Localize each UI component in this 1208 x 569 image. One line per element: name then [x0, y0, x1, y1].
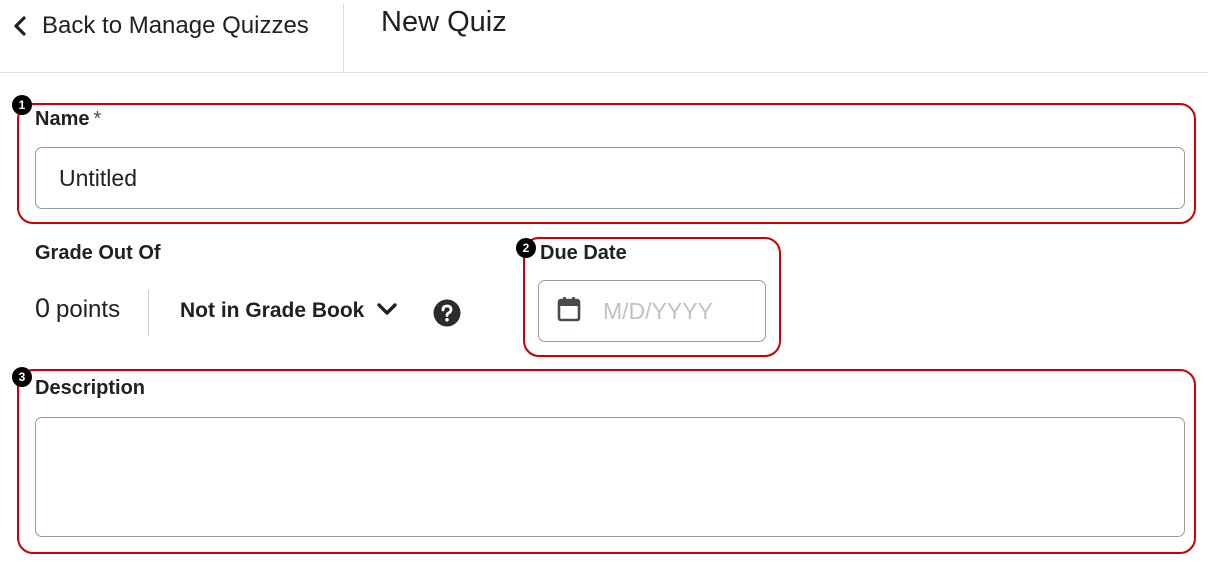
due-date-label: Due Date	[540, 242, 627, 264]
description-editor[interactable]	[35, 417, 1185, 537]
help-icon[interactable]	[433, 299, 461, 327]
chevron-down-icon	[376, 302, 398, 321]
name-label: Name *	[35, 108, 101, 131]
description-label: Description	[35, 377, 146, 399]
grade-points[interactable]: 0 points	[35, 293, 120, 324]
required-marker: *	[93, 108, 102, 130]
header-divider	[343, 4, 344, 72]
calendar-icon	[557, 296, 581, 327]
callout-badge-1: 1	[12, 95, 32, 115]
due-date-placeholder: M/D/YYYY	[603, 297, 713, 324]
grade-out-of-label: Grade Out Of	[35, 242, 161, 264]
quiz-name-input[interactable]	[35, 147, 1185, 209]
chevron-left-icon	[12, 15, 30, 37]
points-unit: points	[56, 296, 121, 323]
callout-badge-2: 2	[516, 238, 536, 258]
grade-book-label: Not in Grade Book	[180, 299, 365, 322]
grade-book-dropdown[interactable]: Not in Grade Book	[180, 299, 398, 323]
page-title: New Quiz	[381, 6, 507, 38]
points-value: 0	[35, 293, 51, 323]
back-to-manage-quizzes-link[interactable]: Back to Manage Quizzes	[12, 10, 309, 42]
back-link-label: Back to Manage Quizzes	[42, 12, 309, 39]
grade-divider	[148, 290, 149, 336]
callout-badge-3: 3	[12, 367, 32, 387]
due-date-input[interactable]: M/D/YYYY	[538, 280, 766, 342]
page-header: Back to Manage Quizzes New Quiz	[0, 0, 1208, 73]
name-label-text: Name	[35, 108, 90, 130]
